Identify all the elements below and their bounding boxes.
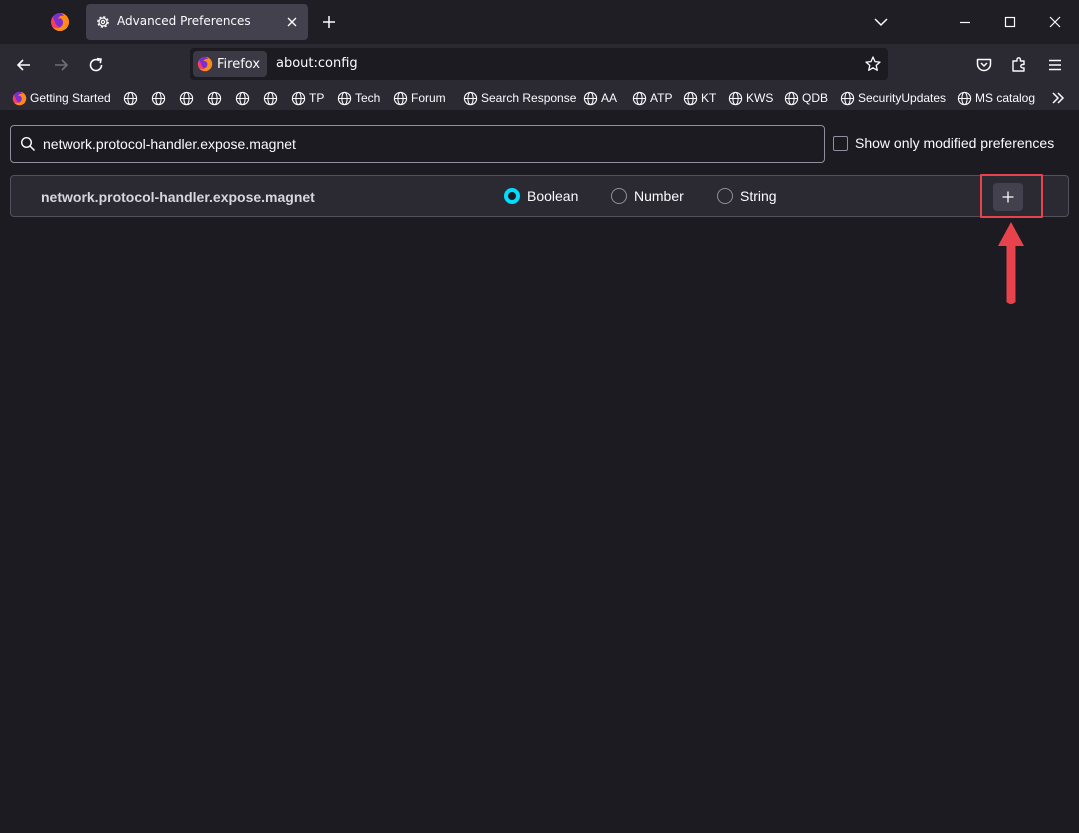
bookmark-globe-4[interactable] bbox=[207, 89, 222, 107]
bookmark-label: Forum bbox=[411, 91, 446, 105]
bookmark-globe-6[interactable] bbox=[263, 89, 278, 107]
annotation-highlight-box bbox=[980, 174, 1043, 218]
radio-label: Number bbox=[634, 188, 684, 204]
globe-icon bbox=[583, 91, 598, 105]
bookmark-security-updates[interactable]: SecurityUpdates bbox=[840, 89, 946, 107]
bookmark-tech[interactable]: Tech bbox=[337, 89, 380, 107]
bookmark-label: ATP bbox=[650, 91, 673, 105]
globe-icon bbox=[207, 91, 222, 105]
globe-icon bbox=[151, 91, 166, 105]
globe-icon bbox=[291, 91, 306, 105]
maximize-icon[interactable] bbox=[1001, 13, 1019, 31]
globe-icon bbox=[784, 91, 799, 105]
close-icon[interactable] bbox=[284, 14, 300, 30]
globe-icon bbox=[728, 91, 743, 105]
bookmark-label: TP bbox=[309, 91, 325, 105]
bookmark-tp[interactable]: TP bbox=[291, 89, 324, 107]
bookmark-kws[interactable]: KWS bbox=[728, 89, 773, 107]
new-preference-row: network.protocol-handler.expose.magnet B… bbox=[10, 175, 1069, 217]
url-bar[interactable]: Firefox about:config bbox=[190, 48, 888, 80]
firefox-icon bbox=[12, 91, 27, 105]
bookmark-label: Getting Started bbox=[30, 91, 111, 105]
type-radio-number[interactable]: Number bbox=[611, 188, 684, 204]
globe-icon bbox=[337, 91, 352, 105]
pocket-icon[interactable] bbox=[974, 55, 994, 75]
tab-advanced-preferences[interactable]: Advanced Preferences bbox=[86, 4, 308, 40]
radio-unselected[interactable] bbox=[611, 188, 627, 204]
chevron-double-right-icon[interactable] bbox=[1049, 89, 1067, 107]
show-modified-checkbox[interactable] bbox=[833, 135, 848, 151]
bookmark-aa[interactable]: AA bbox=[583, 89, 617, 107]
bookmark-search-response[interactable]: Search Response bbox=[463, 89, 576, 107]
show-modified-label: Show only modified preferences bbox=[855, 135, 1055, 151]
firefox-icon bbox=[197, 56, 213, 72]
firefox-icon[interactable] bbox=[50, 12, 70, 32]
bookmark-forum[interactable]: Forum bbox=[393, 89, 446, 107]
bookmark-globe-1[interactable] bbox=[123, 89, 138, 107]
new-tab-plus-icon[interactable] bbox=[320, 13, 338, 31]
preference-name: network.protocol-handler.expose.magnet bbox=[41, 189, 315, 205]
globe-icon bbox=[179, 91, 194, 105]
tab-list-chevron-down-icon[interactable] bbox=[872, 13, 890, 31]
globe-icon bbox=[463, 91, 478, 105]
bookmark-atp[interactable]: ATP bbox=[632, 89, 672, 107]
globe-icon bbox=[235, 91, 250, 105]
reload-icon[interactable] bbox=[86, 55, 106, 75]
globe-icon bbox=[683, 91, 698, 105]
bookmark-label: SecurityUpdates bbox=[858, 91, 947, 105]
tab-strip: Advanced Preferences bbox=[0, 0, 1079, 44]
bookmark-qdb[interactable]: QDB bbox=[784, 89, 828, 107]
forward-arrow-icon[interactable] bbox=[51, 55, 71, 75]
radio-unselected[interactable] bbox=[717, 188, 733, 204]
radio-selected[interactable] bbox=[504, 188, 520, 204]
bookmark-label: Search Response bbox=[481, 91, 577, 105]
search-icon bbox=[20, 136, 36, 152]
bookmark-label: KT bbox=[701, 91, 717, 105]
preference-search-box[interactable] bbox=[10, 125, 825, 163]
bookmark-label: MS catalog bbox=[975, 91, 1036, 105]
bookmark-label: AA bbox=[601, 91, 618, 105]
globe-icon bbox=[393, 91, 408, 105]
type-radio-string[interactable]: String bbox=[717, 188, 777, 204]
globe-icon bbox=[632, 91, 647, 105]
minimize-icon[interactable] bbox=[956, 13, 974, 31]
annotation-arrow-up-icon bbox=[998, 222, 1024, 304]
back-arrow-icon[interactable] bbox=[14, 55, 34, 75]
bookmark-globe-2[interactable] bbox=[151, 89, 166, 107]
identity-label: Firefox bbox=[217, 56, 261, 72]
radio-label: String bbox=[740, 188, 777, 204]
tab-title: Advanced Preferences bbox=[117, 14, 251, 28]
globe-icon bbox=[123, 91, 138, 105]
globe-icon bbox=[840, 91, 855, 105]
bookmark-getting-started[interactable]: Getting Started bbox=[12, 89, 111, 107]
globe-icon bbox=[263, 91, 278, 105]
bookmark-ms-catalog[interactable]: MS catalog bbox=[957, 89, 1035, 107]
bookmark-globe-5[interactable] bbox=[235, 89, 250, 107]
bookmark-kt[interactable]: KT bbox=[683, 89, 716, 107]
radio-label: Boolean bbox=[527, 188, 579, 204]
url-text[interactable]: about:config bbox=[276, 56, 358, 71]
globe-icon bbox=[957, 91, 972, 105]
extensions-puzzle-icon[interactable] bbox=[1009, 55, 1029, 75]
window-close-icon[interactable] bbox=[1046, 13, 1064, 31]
identity-box[interactable]: Firefox bbox=[193, 51, 268, 77]
bookmark-label: Tech bbox=[355, 91, 381, 105]
show-modified-toggle[interactable]: Show only modified preferences bbox=[833, 135, 1054, 151]
bookmark-label: QDB bbox=[802, 91, 829, 105]
menu-hamburger-icon[interactable] bbox=[1045, 55, 1065, 75]
bookmarks-toolbar: Getting Started TP Tech Forum Search Res… bbox=[0, 86, 1079, 110]
bookmark-star-icon[interactable] bbox=[864, 55, 882, 73]
gear-icon bbox=[97, 16, 109, 28]
bookmark-globe-3[interactable] bbox=[179, 89, 194, 107]
search-input[interactable] bbox=[43, 134, 813, 154]
bookmark-label: KWS bbox=[746, 91, 774, 105]
navigation-toolbar: Firefox about:config bbox=[0, 44, 1079, 86]
type-radio-boolean[interactable]: Boolean bbox=[504, 188, 578, 204]
